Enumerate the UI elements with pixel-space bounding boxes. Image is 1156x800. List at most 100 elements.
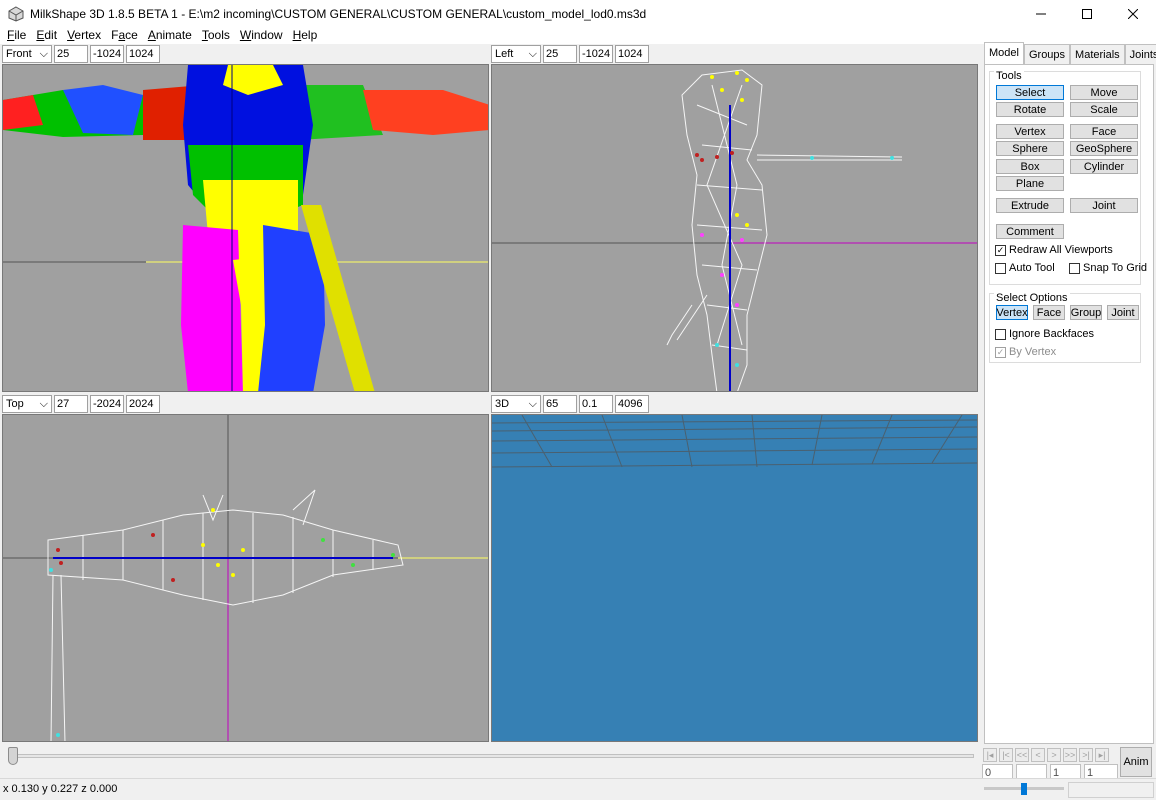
- face-tool-button[interactable]: Face: [1070, 124, 1138, 139]
- 3d-view-select[interactable]: 3D ⌵: [491, 395, 541, 413]
- top-min-field[interactable]: -2024: [90, 395, 124, 413]
- 3d-far-field[interactable]: 4096: [615, 395, 649, 413]
- front-viewport-toolbar: Front ⌵ 25 -1024 1024: [2, 44, 160, 64]
- chevron-down-icon: ⌵: [528, 397, 537, 410]
- menu-window[interactable]: Window: [235, 27, 288, 44]
- left-min-field[interactable]: -1024: [579, 45, 613, 63]
- minimize-icon: [1036, 13, 1046, 14]
- top-zoom-field[interactable]: 27: [54, 395, 88, 413]
- checkmark-icon: ✓: [995, 244, 1006, 256]
- comment-tool-button[interactable]: Comment: [996, 224, 1064, 239]
- animation-timeline[interactable]: [4, 746, 976, 772]
- chevron-down-icon: ⌵: [39, 397, 48, 410]
- rewind-icon[interactable]: <<: [1015, 748, 1029, 762]
- checkmark-icon: ✓: [995, 346, 1006, 358]
- menu-vertex[interactable]: Vertex: [62, 27, 106, 44]
- front-max-field[interactable]: 1024: [126, 45, 160, 63]
- sphere-tool-button[interactable]: Sphere: [996, 141, 1064, 156]
- select-tool-button[interactable]: Select: [996, 85, 1064, 100]
- tools-title: Tools: [994, 70, 1024, 82]
- prev-frame-icon[interactable]: <: [1031, 748, 1045, 762]
- left-max-field[interactable]: 1024: [615, 45, 649, 63]
- prev-key-icon[interactable]: |<: [999, 748, 1013, 762]
- vertex-tool-button[interactable]: Vertex: [996, 124, 1064, 139]
- joint-tool-button[interactable]: Joint: [1070, 198, 1138, 213]
- last-frame-icon[interactable]: ▸|: [1095, 748, 1109, 762]
- close-icon: [1128, 8, 1138, 19]
- left-viewport-toolbar: Left ⌵ 25 -1024 1024: [491, 44, 649, 64]
- anim-button[interactable]: Anim: [1120, 747, 1152, 777]
- left-zoom-field[interactable]: 25: [543, 45, 577, 63]
- select-vertex-button[interactable]: Vertex: [996, 305, 1028, 320]
- top-viewport[interactable]: [2, 414, 489, 742]
- model-tab-body: Tools Select Move Rotate Scale Vertex Fa…: [984, 64, 1154, 744]
- panel-tabs: Model Groups Materials Joints: [984, 42, 1156, 64]
- menu-face[interactable]: Face: [106, 27, 143, 44]
- select-options-title: Select Options: [994, 292, 1070, 304]
- ignore-backfaces-checkbox[interactable]: Ignore Backfaces: [995, 328, 1094, 340]
- front-model-render: [3, 65, 488, 391]
- select-joint-button[interactable]: Joint: [1107, 305, 1139, 320]
- select-face-button[interactable]: Face: [1033, 305, 1065, 320]
- menu-animate[interactable]: Animate: [143, 27, 197, 44]
- chevron-down-icon: ⌵: [528, 47, 537, 60]
- 3d-viewport-toolbar: 3D ⌵ 65 0.1 4096: [491, 394, 649, 414]
- redraw-all-checkbox[interactable]: ✓ Redraw All Viewports: [995, 244, 1113, 256]
- chevron-down-icon: ⌵: [39, 47, 48, 60]
- plane-tool-button[interactable]: Plane: [996, 176, 1064, 191]
- geosphere-tool-button[interactable]: GeoSphere: [1070, 141, 1138, 156]
- auto-tool-checkbox[interactable]: Auto Tool: [995, 262, 1055, 274]
- next-key-icon[interactable]: >|: [1079, 748, 1093, 762]
- top-viewport-toolbar: Top ⌵ 27 -2024 2024: [2, 394, 160, 414]
- tools-group: Tools Select Move Rotate Scale Vertex Fa…: [989, 70, 1147, 285]
- menu-file[interactable]: File: [2, 27, 31, 44]
- front-view-select[interactable]: Front ⌵: [2, 45, 52, 63]
- front-min-field[interactable]: -1024: [90, 45, 124, 63]
- maximize-icon: [1082, 8, 1092, 19]
- 3d-fov-field[interactable]: 65: [543, 395, 577, 413]
- fast-forward-icon[interactable]: >>: [1063, 748, 1077, 762]
- status-coordinates: x 0.130 y 0.227 z 0.000: [3, 783, 118, 795]
- select-options-group: Select Options Vertex Face Group Joint I…: [989, 292, 1141, 363]
- rotate-tool-button[interactable]: Rotate: [996, 102, 1064, 117]
- app-icon: [8, 5, 24, 22]
- right-panel: Model Groups Materials Joints Tools Sele…: [982, 42, 1156, 744]
- maximize-button[interactable]: [1064, 0, 1110, 27]
- cylinder-tool-button[interactable]: Cylinder: [1070, 159, 1138, 174]
- front-viewport[interactable]: [2, 64, 489, 392]
- box-tool-button[interactable]: Box: [996, 159, 1064, 174]
- title-bar: MilkShape 3D 1.8.5 BETA 1 - E:\m2 incomi…: [0, 0, 1156, 27]
- status-slider-thumb[interactable]: [1021, 783, 1027, 795]
- tab-model[interactable]: Model: [984, 42, 1024, 64]
- top-model-render: [3, 415, 488, 741]
- by-vertex-checkbox: ✓ By Vertex: [995, 346, 1057, 358]
- first-frame-icon[interactable]: |◂: [983, 748, 997, 762]
- menu-help[interactable]: Help: [288, 27, 323, 44]
- snap-to-grid-checkbox[interactable]: Snap To Grid: [1069, 262, 1147, 274]
- menu-bar: File Edit Vertex Face Animate Tools Wind…: [0, 27, 1156, 44]
- close-button[interactable]: [1110, 0, 1156, 27]
- minimize-button[interactable]: [1018, 0, 1064, 27]
- move-tool-button[interactable]: Move: [1070, 85, 1138, 100]
- left-viewport[interactable]: [491, 64, 978, 392]
- 3d-viewport[interactable]: [491, 414, 978, 742]
- 3d-grid-render: [492, 415, 977, 468]
- tab-groups[interactable]: Groups: [1023, 44, 1071, 64]
- 3d-near-field[interactable]: 0.1: [579, 395, 613, 413]
- menu-tools[interactable]: Tools: [197, 27, 235, 44]
- tab-joints[interactable]: Joints: [1124, 44, 1156, 64]
- top-view-select[interactable]: Top ⌵: [2, 395, 52, 413]
- status-bar: x 0.130 y 0.227 z 0.000: [0, 778, 1156, 800]
- timeline-thumb[interactable]: [8, 747, 18, 765]
- left-view-select[interactable]: Left ⌵: [491, 45, 541, 63]
- next-frame-icon[interactable]: >: [1047, 748, 1061, 762]
- timeline-track: [8, 754, 974, 758]
- scale-tool-button[interactable]: Scale: [1070, 102, 1138, 117]
- extrude-tool-button[interactable]: Extrude: [996, 198, 1064, 213]
- front-zoom-field[interactable]: 25: [54, 45, 88, 63]
- left-model-render: [492, 69, 977, 391]
- tab-materials[interactable]: Materials: [1070, 44, 1125, 64]
- top-max-field[interactable]: 2024: [126, 395, 160, 413]
- menu-edit[interactable]: Edit: [31, 27, 62, 44]
- select-group-button[interactable]: Group: [1070, 305, 1102, 320]
